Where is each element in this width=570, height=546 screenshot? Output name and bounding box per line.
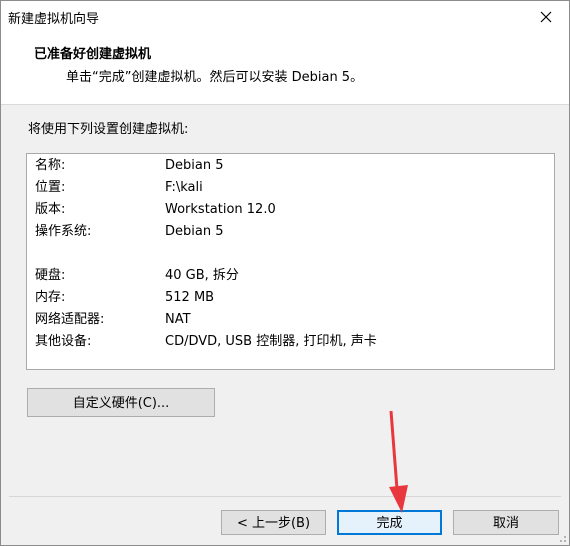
summary-label: 硬盘:	[35, 268, 66, 283]
summary-value: Debian 5	[165, 224, 224, 239]
summary-label: 其他设备:	[35, 334, 92, 349]
summary-label: 网络适配器:	[35, 312, 105, 327]
footer-divider	[9, 496, 561, 497]
summary-label: 名称:	[35, 158, 66, 173]
summary-value: 40 GB, 拆分	[165, 268, 239, 283]
summary-value: CD/DVD, USB 控制器, 打印机, 声卡	[165, 334, 377, 349]
red-arrow-annotation	[389, 410, 408, 513]
summary-label: 位置:	[35, 180, 66, 195]
summary-value: F:\kali	[165, 180, 203, 195]
window-title: 新建虚拟机向导	[8, 12, 100, 27]
summary-value: Debian 5	[165, 158, 224, 173]
page-title: 已准备好创建虚拟机	[34, 47, 152, 62]
title-bar: 新建虚拟机向导	[1, 1, 569, 32]
resize-grip-icon[interactable]	[557, 533, 567, 543]
wizard-window: 新建虚拟机向导 已准备好创建虚拟机 单击“完成”创建虚拟机。然后可以安装 Deb…	[0, 0, 570, 546]
settings-summary-box: 名称: Debian 5 位置: F:\kali 版本: Workstation…	[26, 153, 555, 370]
summary-label: 操作系统:	[35, 224, 92, 239]
summary-intro: 将使用下列设置创建虚拟机:	[28, 122, 189, 137]
close-icon	[540, 11, 552, 22]
cancel-button[interactable]: 取消	[453, 510, 559, 535]
summary-value: 512 MB	[165, 290, 215, 305]
wizard-header: 已准备好创建虚拟机 单击“完成”创建虚拟机。然后可以安装 Debian 5。	[1, 32, 569, 105]
page-subtitle: 单击“完成”创建虚拟机。然后可以安装 Debian 5。	[66, 70, 364, 85]
summary-value: NAT	[165, 312, 191, 327]
summary-label: 版本:	[35, 202, 66, 217]
summary-label: 内存:	[35, 290, 66, 305]
customize-hardware-button[interactable]: 自定义硬件(C)...	[27, 388, 215, 417]
close-button[interactable]	[523, 1, 569, 32]
back-button[interactable]: < 上一步(B)	[221, 510, 326, 535]
summary-value: Workstation 12.0	[165, 202, 276, 217]
